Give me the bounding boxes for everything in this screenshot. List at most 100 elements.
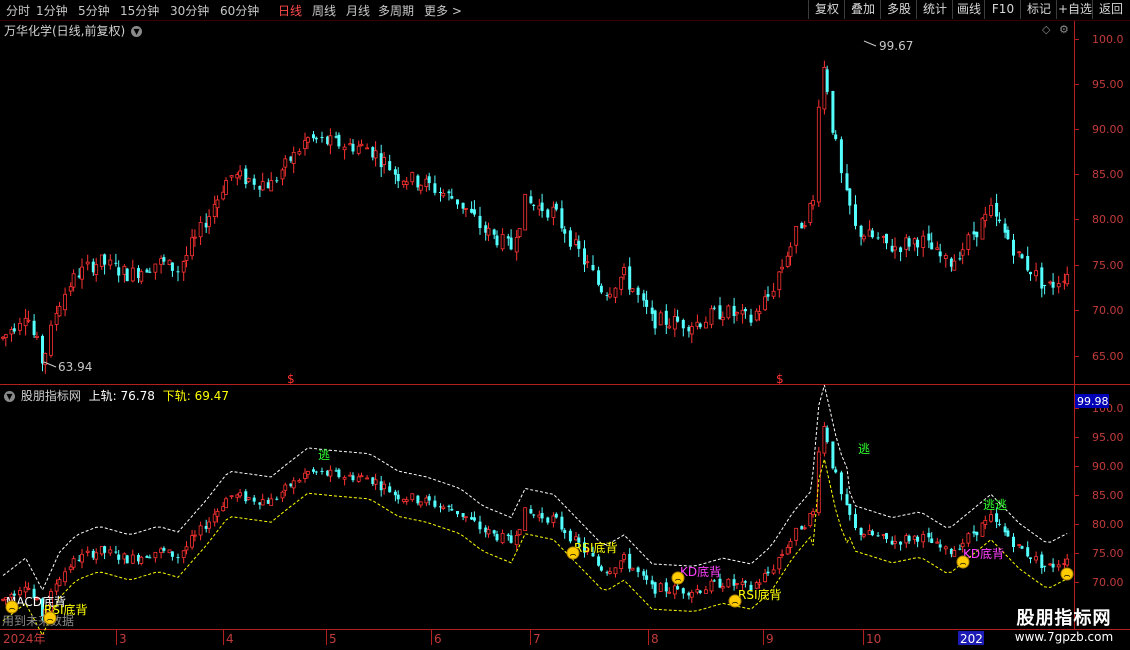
candle-body [35,335,39,338]
candle-body [975,231,979,238]
y-tick-label: 75.00 [1092,259,1124,272]
candle-body [495,534,499,541]
candle-body [938,251,942,257]
upper-band-label: 上轨: [88,389,117,403]
candle-body [342,146,347,151]
candle-body [862,235,866,240]
add-favorite-button[interactable]: +自选 [1056,0,1093,19]
period-tab-15min[interactable]: 15分钟 [120,2,159,19]
candle-body [162,547,166,551]
candle-body [893,541,897,544]
back-button[interactable]: 返回 [1092,0,1129,19]
candle-body [433,183,437,193]
candle-body [517,529,522,535]
period-tab-60min[interactable]: 60分钟 [220,2,259,19]
candle-body [424,497,429,504]
candle-body [305,137,310,143]
candle-body [3,334,8,339]
gear-icon[interactable]: ⚙ [1059,23,1069,36]
candle-body [854,204,857,226]
stock-chart[interactable]: 100.0 95.00 90.00 85.00 80.00 75.00 70.0… [0,21,1130,650]
candle-body [472,517,476,521]
candle-body [427,176,431,183]
candle-body [500,533,505,544]
candle-body [523,507,528,532]
high-marker: 99.67 [863,39,913,53]
candle-body [125,268,129,282]
period-tab-multi[interactable]: 多周期 [378,2,414,19]
kd-divergence-label: KD底背 [963,546,1004,561]
period-tab-timeshare[interactable]: 分时 [6,2,30,19]
future-data-note: 用到未来数据 [2,613,74,628]
candle-body [995,513,999,522]
candle-body [885,233,888,244]
candle-body [1003,223,1007,233]
multi-stock-button[interactable]: 多股 [880,0,917,19]
y-tick-label: 80.00 [1092,213,1124,226]
candle-body [983,520,988,525]
candle-body [689,592,694,598]
x-axis: 2024年 3 4 5 6 7 8 9 10 202 [3,630,984,646]
period-tab-5min[interactable]: 5分钟 [78,2,110,19]
candle-body [26,319,31,322]
candle-body [260,181,265,191]
candle-body [763,296,767,311]
period-tab-weekly[interactable]: 周线 [312,2,336,19]
candle-body [599,566,603,571]
candle-body [1056,564,1061,568]
mark-button[interactable]: 标记 [1020,0,1057,19]
rsi-divergence-label: RSI底背 [574,540,618,555]
candle-body [215,510,220,517]
candle-body [585,261,590,264]
candle-body [704,589,708,594]
diamond-icon[interactable]: ◇ [1042,23,1050,36]
restore-rights-button[interactable]: 复权 [808,0,845,19]
period-tab-daily[interactable]: 日线 [278,2,302,19]
candle-body [743,309,747,312]
candle-body [1034,556,1038,561]
candle-body [382,483,387,490]
candle-body [393,169,397,175]
candle-body [808,202,813,223]
candle-body [215,199,220,209]
candle-body [305,470,310,475]
signal-face-icon [5,600,19,614]
candle-body [563,530,567,533]
y-tick-label: 90.00 [1092,123,1124,136]
candle-body [238,492,243,497]
candle-body [373,479,378,485]
candle-body [252,178,256,185]
period-tab-more[interactable]: 更多 > [424,2,462,19]
overlay-button[interactable]: 叠加 [844,0,881,19]
candle-body [839,139,843,174]
statistics-button[interactable]: 统计 [916,0,953,19]
chevron-down-icon[interactable]: ▼ [4,391,15,402]
candle-body [630,288,635,292]
candle-body [788,246,793,257]
candle-body [114,262,118,264]
period-tab-30min[interactable]: 30分钟 [170,2,209,19]
chevron-down-icon[interactable]: ▼ [131,26,143,37]
candle-body [517,228,522,237]
candle-body [192,534,197,537]
candle-body [930,242,934,250]
candle-body [622,554,626,560]
event-marker[interactable]: $ [287,372,295,386]
candle-body [788,541,793,548]
candle-body [470,208,474,213]
candle-body [404,181,409,185]
f10-button[interactable]: F10 [984,0,1021,19]
candle-body [1065,558,1070,566]
candle-body [777,271,782,291]
period-tab-monthly[interactable]: 月线 [346,2,370,19]
draw-line-button[interactable]: 画线 [952,0,985,19]
event-marker[interactable]: $ [776,372,784,386]
watermark-logo: 股朋指标网 www.7gpzb.com [1002,604,1126,644]
candle-body [989,514,993,522]
candle-body [244,168,248,185]
candle-body [771,569,776,574]
period-tab-1min[interactable]: 1分钟 [36,2,68,19]
candle-body [560,208,564,229]
candle-body [85,550,90,553]
candle-body [1029,271,1032,275]
